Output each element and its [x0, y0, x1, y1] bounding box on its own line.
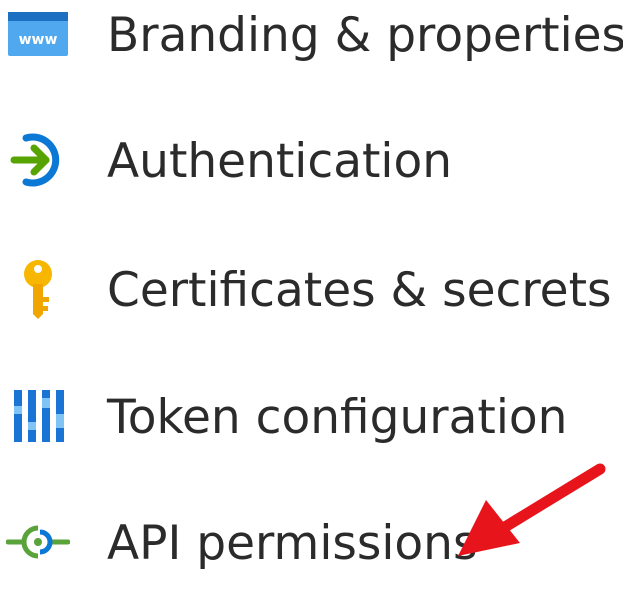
sidebar-item-branding-properties[interactable]: www Branding & properties: [0, 0, 623, 92]
sidebar-menu: www Branding & properties Authentication: [0, 0, 623, 574]
sidebar-item-label: API permissions: [107, 516, 478, 571]
sidebar-item-label: Authentication: [107, 134, 453, 189]
svg-text:www: www: [19, 32, 58, 48]
sidebar-item-api-permissions[interactable]: API permissions: [0, 490, 623, 600]
key-icon: [6, 257, 70, 321]
api-plug-icon: [6, 510, 70, 574]
sidebar-item-token-configuration[interactable]: Token configuration: [0, 364, 623, 474]
sidebar-item-authentication[interactable]: Authentication: [0, 108, 623, 218]
authentication-arrow-icon: [6, 128, 70, 192]
sidebar-item-label: Branding & properties: [107, 8, 623, 63]
sidebar-item-label: Certificates & secrets: [107, 263, 612, 318]
www-browser-icon: www: [6, 2, 70, 66]
sidebar-item-label: Token configuration: [107, 390, 568, 445]
sidebar-item-certificates-secrets[interactable]: Certificates & secrets: [0, 237, 623, 347]
token-bars-icon: [6, 384, 70, 448]
